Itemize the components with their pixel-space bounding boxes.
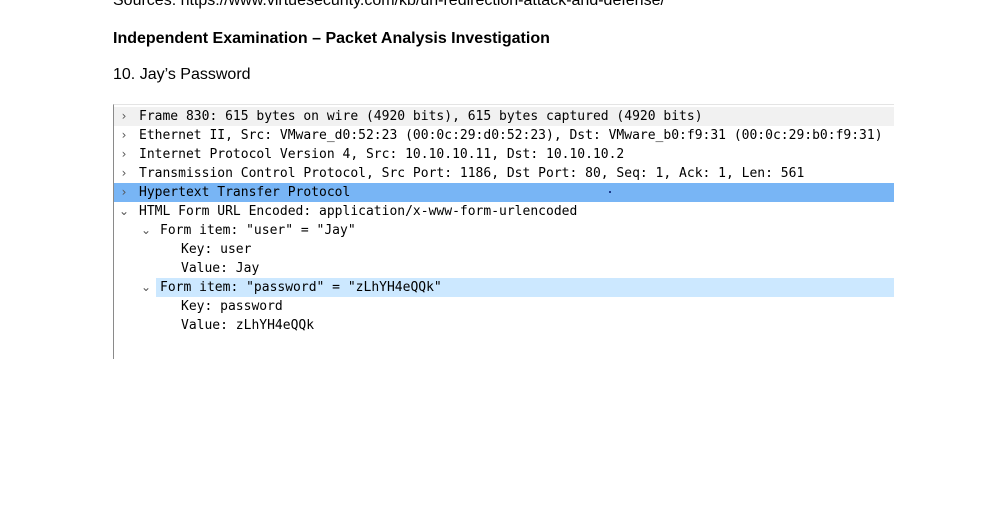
tree-row-label: Key: user [181, 242, 252, 257]
tree-row-ethernet[interactable]: › Ethernet II, Src: VMware_d0:52:23 (00:… [114, 126, 894, 145]
chevron-down-icon[interactable]: ⌄ [140, 221, 152, 240]
sources-line: Sources: https://www.virtuesecurity.com/… [113, 0, 665, 9]
tree-row-label: Key: password [181, 299, 283, 314]
tree-row-label: Value: zLhYH4eQQk [181, 318, 315, 333]
tree-row-form-item-password[interactable]: ⌄ Form item: "password" = "zLhYH4eQQk" [141, 278, 894, 297]
tree-row-label: Frame 830: 615 bytes on wire (4920 bits)… [139, 109, 703, 124]
chevron-right-icon[interactable]: › [118, 126, 130, 145]
question-title: 10. Jay’s Password [113, 66, 251, 83]
section-heading: Independent Examination – Packet Analysi… [113, 30, 550, 47]
tree-row-label: HTML Form URL Encoded: application/x-www… [139, 204, 578, 219]
tree-row-password-key[interactable]: Key: password [114, 297, 894, 316]
chevron-right-icon[interactable]: › [118, 183, 130, 202]
tree-row-label: Transmission Control Protocol, Src Port:… [139, 166, 805, 181]
tree-row-label: Internet Protocol Version 4, Src: 10.10.… [139, 147, 625, 162]
packet-details-pane[interactable]: › Frame 830: 615 bytes on wire (4920 bit… [113, 104, 894, 359]
tree-row-frame[interactable]: › Frame 830: 615 bytes on wire (4920 bit… [114, 107, 894, 126]
tree-row-ip[interactable]: › Internet Protocol Version 4, Src: 10.1… [114, 145, 894, 164]
cursor-dot [609, 191, 611, 193]
tree-row-label: Ethernet II, Src: VMware_d0:52:23 (00:0c… [139, 128, 883, 143]
tree-row-label: Value: Jay [181, 261, 260, 276]
tree-row-user-key[interactable]: Key: user [114, 240, 894, 259]
tree-row-label: Hypertext Transfer Protocol [139, 185, 351, 200]
chevron-right-icon[interactable]: › [118, 107, 130, 126]
tree-row-label: Form item: "user" = "Jay" [160, 223, 356, 238]
chevron-down-icon[interactable]: ⌄ [140, 278, 152, 297]
tree-row-tcp[interactable]: › Transmission Control Protocol, Src Por… [114, 164, 894, 183]
tree-row-form-item-user[interactable]: ⌄ Form item: "user" = "Jay" [114, 221, 894, 240]
tree-row-http[interactable]: › Hypertext Transfer Protocol [114, 183, 894, 202]
tree-row-label: Form item: "password" = "zLhYH4eQQk" [160, 280, 442, 295]
tree-row-user-value[interactable]: Value: Jay [114, 259, 894, 278]
chevron-down-icon[interactable]: ⌄ [118, 202, 130, 221]
chevron-right-icon[interactable]: › [118, 145, 130, 164]
tree-row-password-value[interactable]: Value: zLhYH4eQQk [114, 316, 894, 335]
chevron-right-icon[interactable]: › [118, 164, 130, 183]
tree-row-form[interactable]: ⌄ HTML Form URL Encoded: application/x-w… [114, 202, 894, 221]
